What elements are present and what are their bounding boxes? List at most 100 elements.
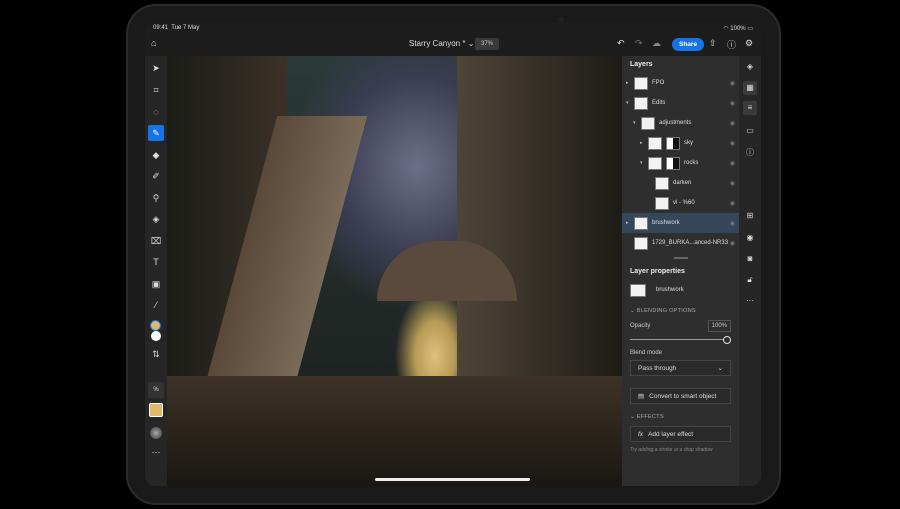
expand-arrow-icon[interactable]: ▸ (626, 220, 634, 226)
panel-resize-handle[interactable] (673, 257, 688, 259)
add-layer-effect-button[interactable]: fx Add layer effect (630, 426, 731, 442)
blend-mode-value: Pass through (638, 364, 677, 372)
layer-list: ▸ FPO ◉ ▾ Edits ◉ ▾ adjustments ◉ ▸ sky ◉ ▾ rocks ◉ dar… (622, 73, 739, 253)
adjustments-icon[interactable]: ≡ (743, 101, 757, 115)
export-icon[interactable]: ⇧ (709, 38, 717, 49)
eye-icon[interactable]: ◉ (730, 160, 735, 167)
eye-icon[interactable]: ◉ (730, 80, 735, 87)
transform-tool-icon[interactable]: ⌗ (148, 82, 164, 98)
expand-arrow-icon[interactable]: ▸ (640, 140, 648, 146)
eye-icon[interactable]: ◉ (730, 180, 735, 187)
section-label: EFFECTS (636, 414, 664, 420)
layer-name: vl - %60 (673, 200, 695, 206)
wifi-icon: ◠ (723, 26, 729, 32)
brush-tool-icon[interactable]: ✎ (148, 125, 164, 141)
opacity-label: Opacity (630, 323, 651, 329)
heal-tool-icon[interactable]: ✐ (148, 168, 164, 184)
opacity-slider[interactable] (630, 336, 731, 344)
foreground-color-swatch[interactable] (150, 320, 161, 331)
help-icon[interactable]: ⓘ (727, 38, 736, 51)
zoom-level[interactable]: 37% (475, 38, 500, 50)
title-text: Starry Canyon * (409, 39, 466, 48)
effects-toggle[interactable]: ⌄ EFFECTS (622, 410, 739, 424)
cloud-icon[interactable]: ☁ (652, 38, 661, 49)
layer-name: darken (673, 180, 692, 186)
layer-row[interactable]: ▾ Edits ◉ (622, 93, 739, 113)
layers-panel: Layers ▸ FPO ◉ ▾ Edits ◉ ▾ adjustments ◉ ▸ sky ◉ ▾ ro… (622, 56, 739, 486)
eye-icon[interactable]: ◉ (730, 240, 735, 247)
expand-arrow-icon[interactable]: ▾ (640, 160, 648, 166)
info-icon[interactable]: ⓘ (743, 146, 757, 160)
more-icon[interactable]: ··· (148, 444, 164, 460)
brush-softness-icon[interactable] (150, 427, 162, 439)
eyedropper-icon[interactable]: ⁄ (148, 297, 164, 313)
eye-icon[interactable]: ◉ (730, 220, 735, 227)
layer-thumbnail (648, 136, 662, 150)
slider-handle[interactable] (723, 336, 731, 344)
eraser-tool-icon[interactable]: ◆ (148, 147, 164, 163)
layer-row[interactable]: ▾ adjustments ◉ (622, 113, 739, 133)
more-icon[interactable]: ··· (743, 294, 757, 308)
layer-row[interactable]: vl - %60 ◉ (622, 193, 739, 213)
type-tool-icon[interactable]: T (148, 254, 164, 270)
blend-mode-select[interactable]: Pass through ⌄ (630, 360, 731, 376)
battery-icon: ▭ (747, 26, 753, 32)
layer-thumbnail (655, 176, 669, 190)
layer-thumbnail (648, 156, 662, 170)
mask-icon[interactable]: ◙ (743, 252, 757, 266)
expand-arrow-icon[interactable]: ▾ (633, 120, 641, 126)
crop-tool-icon[interactable]: ⌧ (148, 233, 164, 249)
select-tool-icon[interactable]: ➤ (148, 60, 164, 76)
eye-icon[interactable]: ◉ (730, 100, 735, 107)
layer-name: brushwork (652, 220, 680, 226)
home-icon[interactable]: ⌂ (151, 38, 156, 48)
image-canvas[interactable] (167, 56, 622, 486)
layer-row[interactable]: darken ◉ (622, 173, 739, 193)
effect-hint: Try adding a stroke or a drop shadow (630, 447, 713, 453)
background-color-swatch[interactable] (151, 331, 161, 341)
layer-properties-icon[interactable]: ▦ (743, 81, 757, 95)
layer-row[interactable]: 1729_BURKA...anced-NR33 ◉ (622, 233, 739, 253)
visibility-icon[interactable]: ◉ (743, 231, 757, 245)
status-bar: 09:41 Tue 7 May ◠ 100% ▭ (145, 22, 761, 34)
layers-icon[interactable]: ◈ (743, 60, 757, 74)
place-image-icon[interactable]: ▣ (148, 276, 164, 292)
comments-icon[interactable]: ▭ (743, 124, 757, 138)
gear-icon[interactable]: ⚙ (745, 38, 753, 49)
undo-icon[interactable]: ↶ (617, 38, 625, 49)
layer-thumbnail (634, 236, 648, 250)
section-label: BLENDING OPTIONS (636, 308, 696, 314)
smart-object-icon: ▤ (638, 393, 645, 400)
panel-rail: ◈ ▦ ≡ ▭ ⓘ ⊞ ◉ ◙ 🔓︎ ··· (739, 56, 761, 486)
eye-icon[interactable]: ◉ (730, 200, 735, 207)
fx-icon: fx (638, 430, 644, 438)
lock-icon[interactable]: 🔓︎ (743, 273, 757, 287)
layer-row[interactable]: ▸ FPO ◉ (622, 73, 739, 93)
button-label: Add layer effect (648, 430, 694, 438)
eye-icon[interactable]: ◉ (730, 120, 735, 127)
layer-name: Edits (652, 100, 666, 106)
layer-row[interactable]: ▸ brushwork ◉ (622, 213, 739, 233)
expand-arrow-icon[interactable]: ▾ (626, 100, 634, 106)
lasso-tool-icon[interactable]: ◌ (148, 104, 164, 120)
eye-icon[interactable]: ◉ (730, 140, 735, 147)
layer-row[interactable]: ▸ sky ◉ (622, 133, 739, 153)
opacity-input[interactable]: 100% (707, 320, 731, 332)
layer-mask-thumbnail (666, 136, 680, 150)
layer-thumbnail (630, 283, 646, 297)
status-date: Tue 7 May (171, 25, 200, 31)
blending-options-toggle[interactable]: ⌄ BLENDING OPTIONS (622, 304, 739, 318)
share-button[interactable]: Share (672, 38, 705, 51)
add-layer-icon[interactable]: ⊞ (743, 209, 757, 223)
layer-thumbnail (634, 76, 648, 90)
redo-icon[interactable]: ↷ (635, 38, 643, 49)
document-title[interactable]: Starry Canyon * ⌄ (409, 39, 474, 48)
clone-tool-icon[interactable]: ⚲ (148, 190, 164, 206)
brush-size-icon[interactable]: % (148, 382, 164, 398)
swap-colors-icon[interactable]: ⇅ (148, 346, 164, 362)
fill-tool-icon[interactable]: ◈ (148, 211, 164, 227)
layer-row[interactable]: ▾ rocks ◉ (622, 153, 739, 173)
convert-smart-object-button[interactable]: ▤ Convert to smart object (630, 388, 731, 404)
expand-arrow-icon[interactable]: ▸ (626, 80, 634, 86)
brush-color-swatch[interactable] (149, 403, 163, 417)
